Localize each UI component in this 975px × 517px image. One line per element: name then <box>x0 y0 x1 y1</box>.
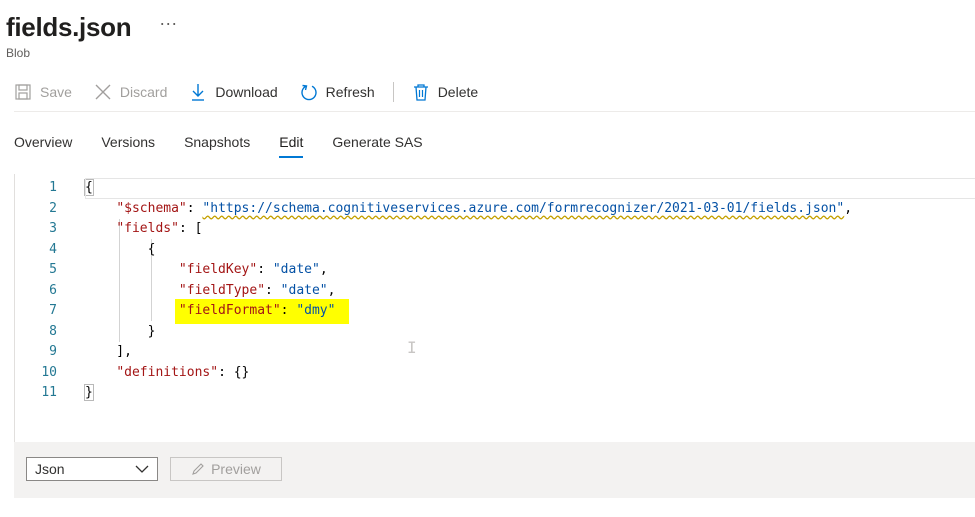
download-label: Download <box>215 84 278 100</box>
code-line: "$schema": "https://schema.cognitiveserv… <box>116 200 853 216</box>
close-icon <box>94 83 112 101</box>
code-line: { <box>85 241 156 257</box>
schema-url: "https://schema.cognitiveservices.azure.… <box>202 200 845 216</box>
code-line: ], <box>85 344 132 359</box>
editor-footer: Json Preview <box>26 457 282 481</box>
save-icon <box>14 83 32 101</box>
page-title: fields.json <box>6 12 132 42</box>
title-row: fields.json ··· <box>6 12 177 43</box>
highlighted-line: "fieldFormat": "dmy" <box>174 299 350 324</box>
preview-label: Preview <box>211 461 261 477</box>
line-number: 8 <box>49 323 57 339</box>
line-number: 1 <box>49 180 57 195</box>
tab-bar: Overview Versions Snapshots Edit Generat… <box>14 134 452 158</box>
json-key: "definitions" <box>116 364 219 380</box>
download-icon <box>189 83 207 101</box>
json-key: "fieldFormat" <box>178 303 281 318</box>
chevron-down-icon <box>135 461 149 477</box>
line-number: 4 <box>49 241 57 257</box>
refresh-icon <box>300 83 318 101</box>
line-number-gutter: 1 2 3 4 5 6 7 8 9 10 11 <box>15 178 71 404</box>
code-line: { <box>84 178 975 199</box>
code-line: "fieldType": "date", <box>178 282 336 298</box>
language-select-value: Json <box>35 461 65 477</box>
line-number: 9 <box>49 344 57 359</box>
line-number: 3 <box>49 221 57 236</box>
code-editor[interactable]: 1 2 3 4 5 6 7 8 9 10 11 { "$schema": "ht… <box>14 174 975 442</box>
line-number: 11 <box>41 385 57 400</box>
code-lines: { "$schema": "https://schema.cognitivese… <box>84 178 975 404</box>
tab-overview[interactable]: Overview <box>14 134 72 158</box>
json-key: "fields" <box>116 221 179 236</box>
toolbar-divider-line <box>14 111 975 112</box>
line-number: 7 <box>49 303 57 318</box>
toolbar-divider <box>392 82 394 102</box>
delete-label: Delete <box>437 84 479 100</box>
preview-button[interactable]: Preview <box>170 457 282 481</box>
download-button[interactable]: Download <box>189 83 278 101</box>
code-line: } <box>85 323 156 339</box>
code-line: "fieldKey": "date", <box>178 262 328 277</box>
json-key: "fieldType" <box>178 282 266 298</box>
editor-panel: 1 2 3 4 5 6 7 8 9 10 11 { "$schema": "ht… <box>14 174 975 498</box>
discard-label: Discard <box>119 84 168 100</box>
json-value: "dmy" <box>296 303 336 318</box>
code-line: "fieldFormat": "dmy" <box>85 299 975 324</box>
refresh-button[interactable]: Refresh <box>300 83 375 101</box>
tab-edit[interactable]: Edit <box>279 134 304 158</box>
more-options-icon[interactable]: ··· <box>159 13 177 34</box>
refresh-label: Refresh <box>325 84 375 100</box>
delete-button[interactable]: Delete <box>412 83 478 101</box>
json-value: "date" <box>280 282 328 298</box>
language-select[interactable]: Json <box>26 457 158 481</box>
trash-icon <box>412 83 430 101</box>
tab-versions[interactable]: Versions <box>101 134 155 158</box>
page-subtitle: Blob <box>6 46 31 60</box>
code-line: } <box>84 384 94 401</box>
tab-snapshots[interactable]: Snapshots <box>184 134 250 158</box>
toolbar: Save Discard Download Refresh Delete <box>14 80 500 104</box>
line-number: 5 <box>49 262 57 277</box>
save-button[interactable]: Save <box>14 83 72 101</box>
json-key: "fieldKey" <box>178 262 258 277</box>
code-line: "definitions": {} <box>116 364 250 380</box>
line-number: 2 <box>49 200 57 216</box>
tab-generate-sas[interactable]: Generate SAS <box>332 134 422 158</box>
discard-button[interactable]: Discard <box>94 83 167 101</box>
code-line: "fields": [ <box>116 221 203 236</box>
text-cursor-icon: I <box>407 338 417 357</box>
pencil-icon <box>191 462 205 476</box>
save-label: Save <box>40 84 72 100</box>
line-number: 6 <box>49 282 57 298</box>
json-value: "date" <box>272 262 320 277</box>
json-key: "$schema" <box>116 200 187 216</box>
line-number: 10 <box>41 364 57 380</box>
